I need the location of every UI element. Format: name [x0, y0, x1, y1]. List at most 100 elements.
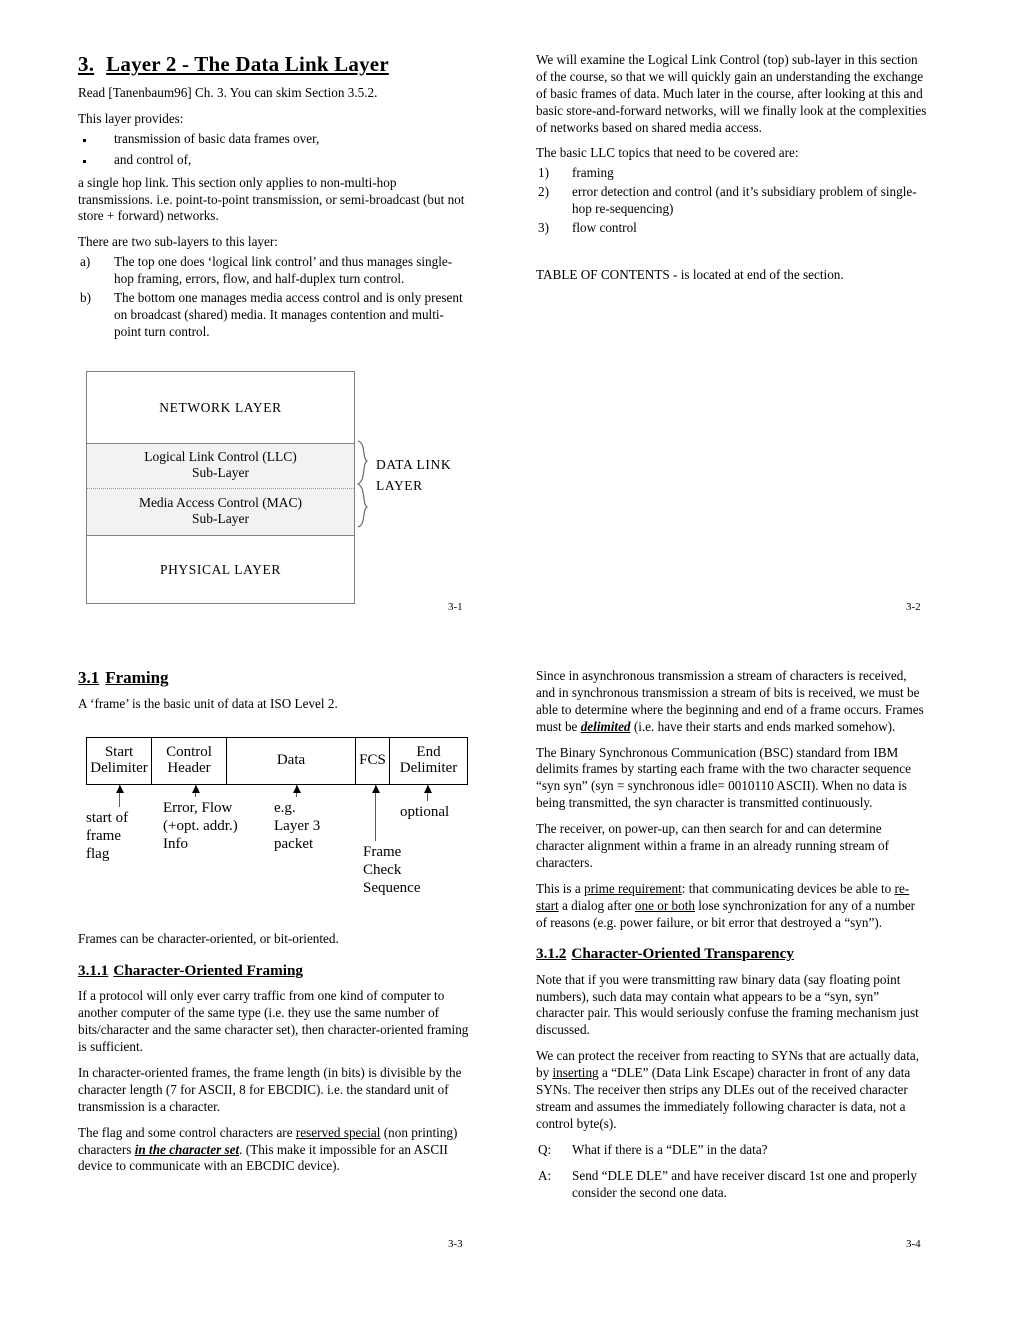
annotation-optional: optional	[400, 803, 480, 821]
page-title-text: Layer 2 - The Data Link Layer	[106, 52, 389, 76]
list-text: flow control	[572, 220, 637, 236]
qa-marker-question: Q:	[538, 1141, 552, 1157]
list-item: Q: What if there is a “DLE” in the data?	[536, 1142, 928, 1159]
qa-text-answer: Send “DLE DLE” and have receiver discard…	[572, 1167, 917, 1200]
char-framing-paragraph-3: The flag and some control characters are…	[78, 1125, 470, 1176]
frame-definition: A ‘frame’ is the basic unit of data at I…	[78, 696, 338, 712]
annotation-arrow-start-flag	[115, 785, 124, 807]
one-or-both-underline: one or both	[634, 897, 695, 913]
list-item: 1) framing	[536, 165, 928, 182]
subsection-heading-character-oriented-framing: 3.1.1 Character-Oriented Framing	[78, 962, 470, 980]
raw-binary-paragraph: Note that if you were transmitting raw b…	[536, 971, 919, 1038]
annotation-line: (+opt. addr.)	[163, 818, 238, 834]
delimited-emphasis: delimited	[580, 718, 631, 734]
annotation-line: flag	[86, 846, 110, 862]
subsection-number: 3.1.2	[536, 945, 567, 963]
page-title-number: 3.	[78, 52, 95, 76]
curly-brace-icon	[357, 440, 369, 528]
annotation-arrow-data	[292, 785, 301, 797]
char-framing-paragraph-2: In character-oriented frames, the frame …	[78, 1064, 462, 1114]
frame-cell-control-line2: Header	[167, 760, 211, 776]
subsection-title: Character-Oriented Transparency	[571, 945, 794, 963]
frame-cell-start-delimiter: Start Delimiter	[87, 738, 152, 784]
annotation-frame-check-sequence: Frame Check Sequence	[363, 843, 458, 897]
mac-label-line2: Sub-Layer	[192, 510, 249, 526]
llc-topics-intro: The basic LLC topics that need to be cov…	[536, 145, 799, 161]
frame-structure-diagram: Start Delimiter Control Header Data FCS …	[86, 737, 468, 785]
slide-3-2: We will examine the Logical Link Control…	[536, 52, 928, 293]
provides-bullet-list: transmission of basic data frames over, …	[78, 131, 470, 169]
physical-layer-box: PHYSICAL LAYER	[86, 535, 355, 604]
frame-cell-fcs-line1: FCS	[359, 752, 386, 769]
qa-list: Q: What if there is a “DLE” in the data?…	[536, 1142, 928, 1202]
annotation-line: Frame	[363, 844, 402, 860]
frame-cell-control-header: Control Header	[152, 738, 227, 784]
annotation-line: e.g.	[274, 800, 296, 816]
table-of-contents-note: TABLE OF CONTENTS - is located at end of…	[536, 266, 844, 282]
frame-cell-start-line1: Start	[104, 744, 134, 761]
llc-overview-paragraph: We will examine the Logical Link Control…	[536, 52, 927, 135]
llc-topics-list: 1) framing 2) error detection and contro…	[536, 165, 928, 237]
prime-requirement-underline: prime requirement	[584, 880, 682, 896]
page-number-3-1: 3-1	[448, 601, 463, 613]
async-sync-paragraph: Since in asynchronous transmission a str…	[536, 668, 928, 736]
sublayers-intro: There are two sub-layers to this layer:	[78, 234, 278, 250]
network-layer-box: NETWORK LAYER	[86, 371, 355, 443]
frame-cell-fcs: FCS	[356, 738, 390, 784]
frame-cell-control-line1: Control	[166, 744, 212, 761]
layer-provides-intro: This layer provides:	[78, 111, 184, 127]
para3-underlined-phrase: reserved special	[295, 1124, 381, 1140]
list-text: error detection and control (and it’s su…	[572, 184, 917, 217]
data-link-layer-label: DATA LINK LAYER	[376, 455, 451, 497]
sublayers-list: a) The top one does ‘logical link contro…	[78, 254, 470, 340]
list-item: transmission of basic data frames over,	[78, 131, 470, 148]
llc-sublayer-box: Logical Link Control (LLC) Sub-Layer	[87, 444, 354, 489]
slide-3-4: Since in asynchronous transmission a str…	[536, 668, 928, 1210]
llc-label-line1: Logical Link Control (LLC)	[144, 449, 297, 464]
layer-stack-diagram: NETWORK LAYER Logical Link Control (LLC)…	[86, 371, 355, 604]
frame-cell-end-line1: End	[416, 744, 441, 761]
data-link-sublayer-group: Logical Link Control (LLC) Sub-Layer Med…	[86, 443, 355, 536]
section-heading-framing: 3.1 Framing	[78, 668, 470, 688]
para1-part-b: (i.e. have their starts and ends marked …	[630, 718, 896, 734]
bullet-text: transmission of basic data frames over,	[114, 130, 320, 146]
list-item: 2) error detection and control (and it’s…	[536, 184, 928, 218]
dle-insertion-paragraph: We can protect the receiver from reactin…	[536, 1048, 928, 1132]
qa-marker-answer: A:	[538, 1167, 552, 1183]
page-title: 3. Layer 2 - The Data Link Layer	[78, 52, 470, 76]
read-reference: Read [Tanenbaum96] Ch. 3. You can skim S…	[78, 85, 378, 101]
prime-requirement-paragraph: This is a prime requirement: that commun…	[536, 881, 928, 932]
bsc-standard-paragraph: The Binary Synchronous Communication (BS…	[536, 744, 911, 811]
frame-cell-end-delimiter: End Delimiter	[390, 738, 467, 784]
frame-cell-start-line2: Delimiter	[90, 760, 148, 776]
annotation-line: Sequence	[363, 880, 421, 896]
list-marker: 1)	[538, 165, 549, 181]
subsection-title: Character-Oriented Framing	[113, 962, 304, 980]
annotation-arrow-fcs	[371, 785, 380, 841]
mac-label-line1: Media Access Control (MAC)	[138, 494, 303, 510]
frames-oriented-note: Frames can be character-oriented, or bit…	[78, 931, 339, 947]
mac-sublayer-box: Media Access Control (MAC) Sub-Layer	[87, 489, 354, 535]
para4-part-c: a dialog after	[558, 897, 635, 913]
para4-part-a: This is a	[536, 880, 584, 896]
annotation-line: packet	[274, 836, 314, 852]
para3-part-a: The flag and some control characters are	[78, 1124, 296, 1140]
llc-label-line2: Sub-Layer	[192, 464, 249, 480]
inserting-underline: inserting	[552, 1065, 599, 1081]
annotation-line: Error, Flow	[163, 800, 233, 816]
page-number-3-2: 3-2	[906, 601, 921, 613]
annotation-line: frame	[86, 828, 121, 844]
list-marker: b)	[80, 290, 91, 306]
data-link-layer-label-line2: LAYER	[376, 477, 423, 493]
para3-emphasis-phrase: in the character set	[134, 1141, 240, 1157]
frame-annotation-group: start of frame flag Error, Flow (+opt. a…	[78, 785, 480, 897]
page-number-3-4: 3-4	[906, 1238, 921, 1250]
list-text: framing	[572, 165, 614, 181]
list-item: 3) flow control	[536, 220, 928, 237]
page-number-3-3: 3-3	[448, 1238, 463, 1250]
subsection-number: 3.1.1	[78, 962, 109, 980]
annotation-start-of-frame-flag: start of frame flag	[86, 809, 156, 863]
list-text: The bottom one manages media access cont…	[114, 290, 463, 339]
list-item: and control of,	[78, 152, 470, 169]
char-framing-paragraph-1: If a protocol will only ever carry traff…	[78, 988, 469, 1055]
